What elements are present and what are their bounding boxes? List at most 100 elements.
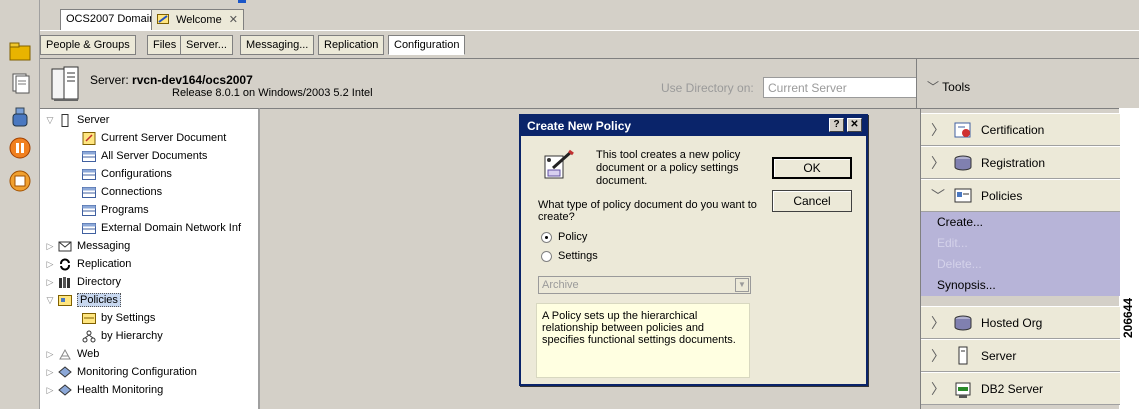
- tab-files[interactable]: Files: [147, 35, 183, 55]
- view-icon: [82, 186, 96, 198]
- radio-policy[interactable]: Policy: [541, 231, 587, 243]
- dialog-title: Create New Policy: [527, 119, 632, 133]
- chevron-right-icon[interactable]: ▷: [44, 241, 56, 252]
- tab-label: People & Groups: [46, 39, 130, 51]
- registration-icon: [954, 155, 972, 170]
- document-stack-icon[interactable]: [9, 72, 31, 94]
- window-tab-label: Welcome: [176, 14, 222, 26]
- create-new-policy-dialog: Create New Policy ? ✕ This tool creates …: [519, 114, 868, 386]
- tab-label: Messaging...: [246, 39, 309, 51]
- tools-item-policies[interactable]: ﹀ Policies: [921, 179, 1120, 212]
- tab-server[interactable]: Server...: [180, 35, 233, 55]
- action-create[interactable]: Create...: [921, 212, 1120, 233]
- tab-configuration[interactable]: Configuration: [388, 35, 466, 55]
- tools-item-db2-server[interactable]: 〉 DB2 Server: [921, 372, 1120, 405]
- server-tower-icon: [51, 66, 79, 101]
- radio-settings[interactable]: Settings: [541, 250, 598, 262]
- cancel-button[interactable]: Cancel: [772, 190, 852, 212]
- chevron-right-icon[interactable]: ▷: [44, 385, 56, 396]
- ok-button[interactable]: OK: [772, 157, 852, 179]
- tree-label: Health Monitoring: [77, 384, 164, 396]
- radio-button[interactable]: [541, 231, 552, 243]
- close-tab-icon[interactable]: ✕: [229, 14, 238, 26]
- tree-item-by-hierarchy[interactable]: by Hierarchy: [82, 327, 163, 345]
- tools-item-certification[interactable]: 〉 Certification: [921, 113, 1120, 146]
- tree-item-current-server-document[interactable]: Current Server Document: [82, 129, 226, 147]
- tree-item-programs[interactable]: Programs: [82, 201, 149, 219]
- tools-item-label: Policies: [981, 188, 1023, 203]
- tools-item-label: Server: [981, 348, 1017, 363]
- tree-label: External Domain Network Inf: [101, 222, 241, 234]
- chevron-down-icon[interactable]: ▽: [44, 295, 56, 306]
- use-directory-value: Current Server: [768, 81, 847, 95]
- policies-icon: [954, 188, 972, 202]
- calendar-orange-icon[interactable]: [9, 170, 31, 192]
- tree-item-all-server-documents[interactable]: All Server Documents: [82, 147, 207, 165]
- tab-label: Configuration: [394, 39, 460, 51]
- use-directory-label: Use Directory on:: [661, 81, 754, 95]
- tree-item-by-settings[interactable]: by Settings: [82, 309, 155, 327]
- tools-panel: 〉 Certification 〉 Registration ﹀ Policie…: [920, 108, 1120, 409]
- server-header: Server: rvcn-dev164/ocs2007 Release 8.0.…: [40, 58, 933, 108]
- tab-people-groups[interactable]: People & Groups: [40, 35, 136, 55]
- dialog-question: What type of policy document do you want…: [538, 199, 757, 223]
- window-tab-ocs2007-domain[interactable]: OCS2007 Domain: [60, 9, 162, 30]
- hierarchy-icon: [82, 330, 96, 342]
- window-tab-bar: OCS2007 Domain Welcome ✕: [40, 6, 1139, 32]
- tree-item-connections[interactable]: Connections: [82, 183, 162, 201]
- window-tab-label: OCS2007 Domain: [66, 13, 156, 25]
- monitoring-icon: [58, 365, 72, 378]
- close-icon[interactable]: ✕: [847, 118, 862, 132]
- tools-menu[interactable]: ﹀ Tools: [927, 78, 970, 95]
- chevron-right-icon[interactable]: ▷: [44, 349, 56, 360]
- server-name-label: Server: rvcn-dev164/ocs2007: [90, 73, 253, 87]
- tree-label: Connections: [101, 186, 163, 198]
- tab-replication[interactable]: Replication: [318, 35, 385, 55]
- tools-item-server[interactable]: 〉 Server: [921, 339, 1120, 372]
- policies-actions: Create... Edit... Delete... Synopsis...: [921, 212, 1120, 296]
- tree-item-directory[interactable]: ▷ Directory: [44, 273, 121, 291]
- tools-item-label: Hosted Org: [981, 315, 1043, 330]
- chevron-down-icon[interactable]: ▽: [44, 115, 56, 126]
- tree-label: Replication: [77, 258, 132, 270]
- tree-item-messaging[interactable]: ▷ Messaging: [44, 237, 131, 255]
- tree-label: Monitoring Configuration: [77, 366, 197, 378]
- folder-icon[interactable]: [9, 40, 31, 62]
- certification-icon: [954, 122, 971, 137]
- window-tab-welcome[interactable]: Welcome ✕: [151, 9, 244, 30]
- document-icon: [82, 131, 96, 145]
- chevron-right-icon: 〉: [931, 347, 945, 364]
- top-blue-accent: [238, 0, 246, 3]
- tree-label: Policies: [77, 293, 121, 307]
- tree-item-monitoring-configuration[interactable]: ▷ Monitoring Configuration: [44, 363, 197, 381]
- view-icon: [82, 222, 96, 234]
- tools-item-registration[interactable]: 〉 Registration: [921, 146, 1120, 179]
- chevron-right-icon: 〉: [931, 314, 945, 331]
- tree-item-policies[interactable]: ▽ Policies: [44, 291, 121, 309]
- chevron-right-icon: 〉: [931, 380, 945, 397]
- tab-messaging[interactable]: Messaging...: [240, 35, 315, 55]
- view-icon: [82, 150, 96, 162]
- tree-item-web[interactable]: ▷ Web: [44, 345, 100, 363]
- server-name: rvcn-dev164/ocs2007: [132, 73, 253, 87]
- bottle-icon[interactable]: [9, 106, 31, 128]
- chevron-right-icon[interactable]: ▷: [44, 259, 56, 270]
- radio-button[interactable]: [541, 250, 552, 262]
- tree-item-external-domain-network[interactable]: External Domain Network Inf: [82, 219, 241, 237]
- help-icon[interactable]: ?: [829, 118, 844, 132]
- tree-label: Messaging: [77, 240, 131, 252]
- tree-label: Current Server Document: [101, 132, 227, 144]
- tree-item-configurations[interactable]: Configurations: [82, 165, 172, 183]
- tree-item-health-monitoring[interactable]: ▷ Health Monitoring: [44, 381, 163, 399]
- navigation-tree: ▽ Server Current Server Document All Ser…: [40, 108, 260, 409]
- tree-item-replication[interactable]: ▷ Replication: [44, 255, 132, 273]
- action-synopsis[interactable]: Synopsis...: [921, 275, 1120, 296]
- chevron-right-icon[interactable]: ▷: [44, 277, 56, 288]
- dialog-description: This tool creates a new policy document …: [596, 149, 741, 187]
- tools-item-hosted-org[interactable]: 〉 Hosted Org: [921, 306, 1120, 339]
- settings-view-icon: [82, 312, 96, 324]
- server-orange-icon[interactable]: [9, 137, 31, 159]
- tree-item-server[interactable]: ▽ Server: [44, 111, 109, 129]
- tools-item-label: Registration: [981, 155, 1046, 170]
- chevron-right-icon[interactable]: ▷: [44, 367, 56, 378]
